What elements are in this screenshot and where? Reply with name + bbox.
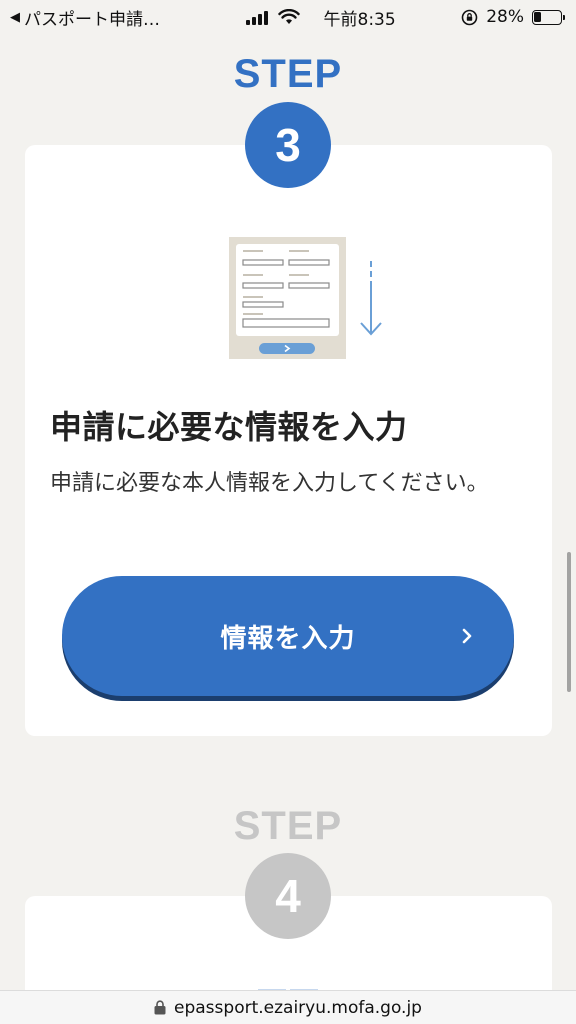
enter-information-button[interactable]: 情報を入力 [62,576,514,696]
status-center: 午前8:35 [245,5,396,30]
wifi-icon [277,9,300,24]
orientation-lock-icon [461,9,478,25]
battery-level-fill [534,12,542,22]
step-4-number-badge: 4 [245,853,331,939]
step-3-label: STEP [233,52,343,96]
chevron-right-icon [462,628,472,644]
back-app-name: パスポート申請… [24,9,160,30]
url-text: epassport.ezairyu.mofa.go.jp [174,997,422,1018]
url-bar[interactable]: epassport.ezairyu.mofa.go.jp [0,990,576,1024]
step-4-label: STEP [233,804,343,848]
battery-percent: 28% [486,7,524,27]
form-entry-icon [229,237,382,359]
step-3-title: 申請に必要な情報を入力 [50,408,408,446]
status-bar: ◀ パスポート申請… 午前8:35 28% [0,0,576,34]
enter-information-button-label: 情報を入力 [220,623,356,654]
status-right: 28% [461,7,565,27]
step-3-number-badge: 3 [245,102,331,188]
battery-icon [531,9,565,25]
page-scrollbar[interactable] [567,552,571,692]
lock-icon [154,1000,166,1015]
back-to-app-link[interactable]: ◀ パスポート申請… [10,5,180,30]
cellular-signal-icon [245,9,268,25]
back-triangle-icon: ◀ [10,9,20,25]
step-3-description: 申請に必要な本人情報を入力してください。 [50,471,489,496]
clock: 午前8:35 [323,9,396,30]
